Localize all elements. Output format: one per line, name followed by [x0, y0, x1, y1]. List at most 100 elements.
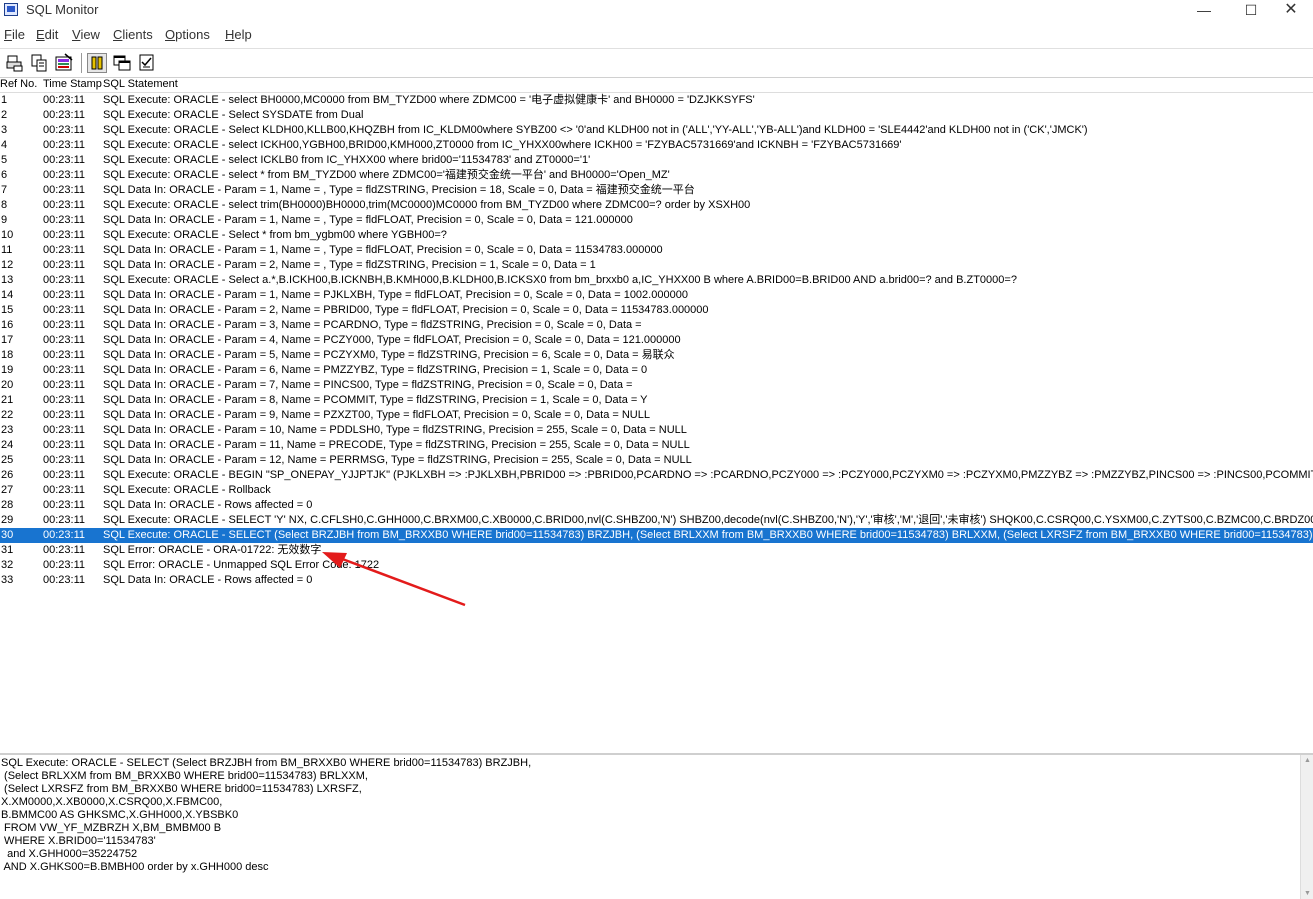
row-time-stamp: 00:23:11 [43, 394, 86, 406]
table-row[interactable]: 33 00:23:11 SQL Data In: ORACLE - Rows aff… [0, 573, 1313, 588]
table-row[interactable]: 23 00:23:11 SQL Data In: ORACLE - Param = … [0, 423, 1313, 438]
statement-detail-pane[interactable]: SQL Execute: ORACLE - SELECT (Select BRZ… [0, 753, 1313, 899]
row-time-stamp: 00:23:11 [43, 274, 86, 286]
header-ref-no[interactable]: Ref No. [0, 78, 37, 90]
menu-help[interactable]: Help [225, 27, 252, 42]
detail-line: SQL Execute: ORACLE - SELECT (Select BRZ… [1, 757, 532, 769]
detail-line: (Select BRLXXM from BM_BRXXB0 WHERE brid… [1, 770, 368, 782]
row-sql-statement: SQL Error: ORACLE - Unmapped SQL Error C… [103, 559, 380, 571]
row-time-stamp: 00:23:11 [43, 319, 86, 331]
table-row[interactable]: 14 00:23:11 SQL Data In: ORACLE - Param = … [0, 288, 1313, 303]
sql-log-list[interactable]: Ref No. Time Stamp SQL Statement 1 00:23:… [0, 78, 1313, 749]
table-row[interactable]: 7 00:23:11 SQL Data In: ORACLE - Param = 1… [0, 183, 1313, 198]
table-row[interactable]: 2 00:23:11 SQL Execute: ORACLE - Select SY… [0, 108, 1313, 123]
table-row[interactable]: 25 00:23:11 SQL Data In: ORACLE - Param = … [0, 453, 1313, 468]
clear-icon[interactable] [54, 53, 74, 73]
checklist-icon[interactable] [137, 53, 157, 73]
table-row[interactable]: 9 00:23:11 SQL Data In: ORACLE - Param = 1… [0, 213, 1313, 228]
row-sql-statement: SQL Data In: ORACLE - Param = 5, Name = … [103, 349, 675, 361]
row-sql-statement: SQL Data In: ORACLE - Param = 2, Name = … [103, 304, 709, 316]
row-time-stamp: 00:23:11 [43, 244, 86, 256]
row-time-stamp: 00:23:11 [43, 364, 86, 376]
close-button[interactable]: ✕ [1268, 0, 1313, 22]
pause-icon[interactable] [87, 53, 107, 73]
table-row[interactable]: 20 00:23:11 SQL Data In: ORACLE - Param = … [0, 378, 1313, 393]
row-ref-no: 29 [1, 514, 14, 526]
table-row[interactable]: 4 00:23:11 SQL Execute: ORACLE - select IC… [0, 138, 1313, 153]
table-row[interactable]: 22 00:23:11 SQL Data In: ORACLE - Param = … [0, 408, 1313, 423]
row-time-stamp: 00:23:11 [43, 349, 86, 361]
table-row[interactable]: 31 00:23:11 SQL Error: ORACLE - ORA-01722:… [0, 543, 1313, 558]
table-row[interactable]: 27 00:23:11 SQL Execute: ORACLE - Rollback [0, 483, 1313, 498]
minimize-button[interactable]: — [1181, 0, 1227, 22]
row-ref-no: 5 [1, 154, 8, 166]
row-ref-no: 25 [1, 454, 14, 466]
menu-file[interactable]: File [4, 27, 25, 42]
table-row[interactable]: 24 00:23:11 SQL Data In: ORACLE - Param = … [0, 438, 1313, 453]
copy-icon[interactable] [29, 53, 49, 73]
row-sql-statement: SQL Execute: ORACLE - Select SYSDATE fro… [103, 109, 364, 121]
table-row[interactable]: 26 00:23:11 SQL Execute: ORACLE - BEGIN "S… [0, 468, 1313, 483]
table-row[interactable]: 10 00:23:11 SQL Execute: ORACLE - Select *… [0, 228, 1313, 243]
menu-edit[interactable]: Edit [36, 27, 58, 42]
table-row[interactable]: 5 00:23:11 SQL Execute: ORACLE - select IC… [0, 153, 1313, 168]
row-sql-statement: SQL Execute: ORACLE - Select KLDH00,KLLB… [103, 124, 1088, 136]
detail-line: WHERE X.BRID00='11534783' [1, 835, 156, 847]
row-sql-statement: SQL Execute: ORACLE - Rollback [103, 484, 271, 496]
table-row[interactable]: 18 00:23:11 SQL Data In: ORACLE - Param = … [0, 348, 1313, 363]
row-ref-no: 31 [1, 544, 14, 556]
table-row[interactable]: 16 00:23:11 SQL Data In: ORACLE - Param = … [0, 318, 1313, 333]
row-ref-no: 10 [1, 229, 14, 241]
row-time-stamp: 00:23:11 [43, 424, 86, 436]
row-sql-statement: SQL Data In: ORACLE - Param = 1, Name = … [103, 214, 633, 226]
row-ref-no: 11 [1, 244, 13, 256]
table-row[interactable]: 13 00:23:11 SQL Execute: ORACLE - Select a… [0, 273, 1313, 288]
row-time-stamp: 00:23:11 [43, 94, 86, 106]
row-time-stamp: 00:23:11 [43, 484, 86, 496]
table-row[interactable]: 15 00:23:11 SQL Data In: ORACLE - Param = … [0, 303, 1313, 318]
table-row[interactable]: 17 00:23:11 SQL Data In: ORACLE - Param = … [0, 333, 1313, 348]
row-time-stamp: 00:23:11 [43, 544, 86, 556]
row-sql-statement: SQL Data In: ORACLE - Param = 2, Name = … [103, 259, 596, 271]
table-row[interactable]: 8 00:23:11 SQL Execute: ORACLE - select tr… [0, 198, 1313, 213]
header-sql-statement[interactable]: SQL Statement [103, 78, 178, 90]
row-time-stamp: 00:23:11 [43, 199, 86, 211]
table-row[interactable]: 29 00:23:11 SQL Execute: ORACLE - SELECT '… [0, 513, 1313, 528]
row-sql-statement: SQL Data In: ORACLE - Param = 1, Name = … [103, 184, 695, 196]
table-row[interactable]: 32 00:23:11 SQL Error: ORACLE - Unmapped S… [0, 558, 1313, 573]
detail-line: (Select LXRSFZ from BM_BRXXB0 WHERE brid… [1, 783, 362, 795]
row-sql-statement: SQL Data In: ORACLE - Param = 7, Name = … [103, 379, 633, 391]
detail-line: AND X.GHKS00=B.BMBH00 order by x.GHH000 … [1, 861, 269, 873]
row-time-stamp: 00:23:11 [43, 109, 86, 121]
scroll-down-icon[interactable]: ▼ [1304, 890, 1311, 897]
menu-view[interactable]: View [72, 27, 100, 42]
table-row[interactable]: 11 00:23:11 SQL Data In: ORACLE - Param = … [0, 243, 1313, 258]
table-row[interactable]: 28 00:23:11 SQL Data In: ORACLE - Rows aff… [0, 498, 1313, 513]
header-time-stamp[interactable]: Time Stamp [43, 78, 102, 90]
menu-clients[interactable]: Clients [113, 27, 153, 42]
row-time-stamp: 00:23:11 [43, 469, 86, 481]
print-icon[interactable] [5, 53, 25, 73]
table-row[interactable]: 12 00:23:11 SQL Data In: ORACLE - Param = … [0, 258, 1313, 273]
row-ref-no: 17 [1, 334, 14, 346]
toolbar-separator [81, 53, 82, 73]
table-row[interactable]: 3 00:23:11 SQL Execute: ORACLE - Select KL… [0, 123, 1313, 138]
row-sql-statement: SQL Execute: ORACLE - select BH0000,MC00… [103, 94, 755, 106]
row-ref-no: 21 [1, 394, 14, 406]
menu-options[interactable]: Options [165, 27, 210, 42]
row-time-stamp: 00:23:11 [43, 259, 86, 271]
detail-line: and X.GHH000=35224752 [1, 848, 138, 860]
windows-icon[interactable] [112, 53, 132, 73]
row-sql-statement: SQL Data In: ORACLE - Param = 10, Name =… [103, 424, 687, 436]
table-row[interactable]: 19 00:23:11 SQL Data In: ORACLE - Param = … [0, 363, 1313, 378]
row-time-stamp: 00:23:11 [43, 409, 86, 421]
table-row[interactable]: 30 00:23:11 SQL Execute: ORACLE - SELECT (… [0, 528, 1313, 543]
table-row[interactable]: 6 00:23:11 SQL Execute: ORACLE - select * … [0, 168, 1313, 183]
row-time-stamp: 00:23:11 [43, 574, 86, 586]
table-row[interactable]: 1 00:23:11 SQL Execute: ORACLE - select BH… [0, 93, 1313, 108]
row-time-stamp: 00:23:11 [43, 304, 86, 316]
row-time-stamp: 00:23:11 [43, 439, 86, 451]
table-row[interactable]: 21 00:23:11 SQL Data In: ORACLE - Param = … [0, 393, 1313, 408]
scroll-up-icon[interactable]: ▲ [1304, 757, 1311, 764]
detail-scrollbar[interactable]: ▲ ▼ [1300, 755, 1313, 899]
